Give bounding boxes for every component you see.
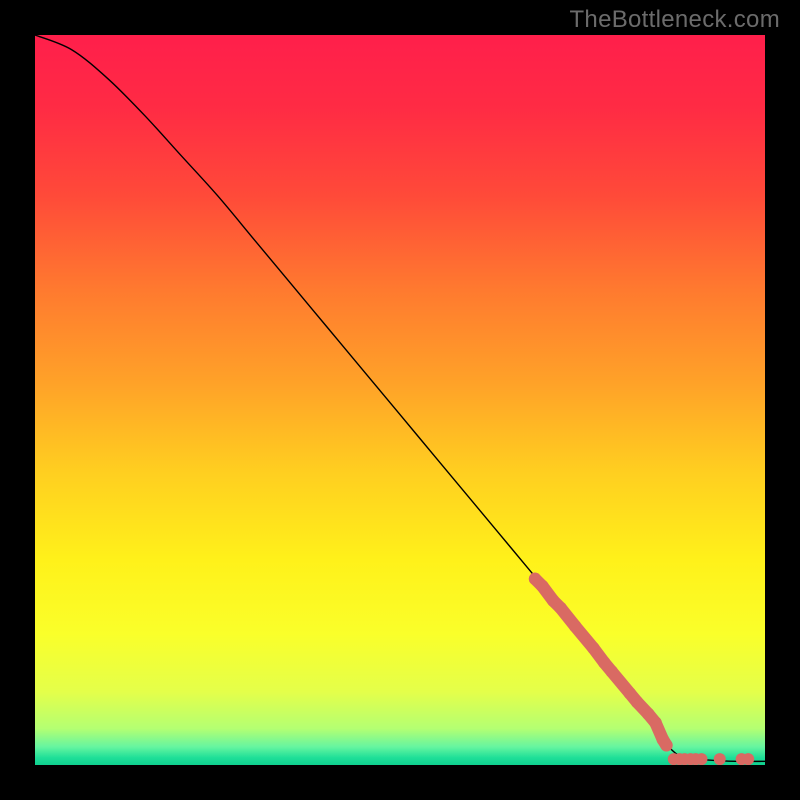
watermark-text: TheBottleneck.com [569,6,780,34]
plot-svg [35,35,765,765]
chart-stage: TheBottleneck.com [0,0,800,800]
gradient-background [35,35,765,765]
plot-area [35,35,765,765]
